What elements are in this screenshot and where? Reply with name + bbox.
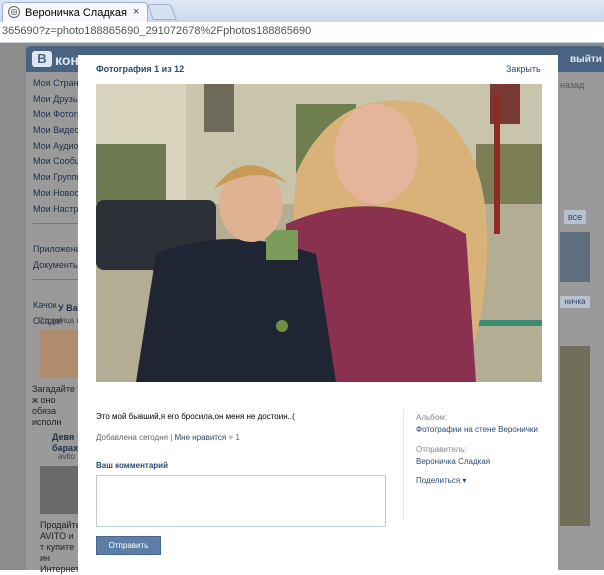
- menu-item-photos[interactable]: Мои Фотографии: [33, 109, 83, 125]
- comment-input[interactable]: [96, 475, 386, 527]
- ad-subtitle: Страница н: [38, 316, 81, 325]
- share-dropdown[interactable]: Поделиться ▾: [416, 476, 466, 485]
- photo-caption: Это мой бывший,я его бросила,он меня не …: [96, 412, 295, 421]
- address-text: 365690?z=photo188865690_291072678%2Fphot…: [2, 25, 312, 37]
- menu-item-messages[interactable]: Мои Сообщения: [33, 156, 83, 172]
- sender-label: Отправитель:: [416, 445, 467, 454]
- photo[interactable]: [96, 84, 542, 382]
- album-label: Альбом:: [416, 413, 447, 422]
- meta-separator: |: [170, 433, 173, 442]
- ad-image[interactable]: [40, 466, 78, 514]
- added-date: Добавлена сегодня: [96, 433, 168, 442]
- close-button[interactable]: Закрыть: [506, 64, 541, 74]
- show-all-button[interactable]: все: [564, 210, 586, 224]
- menu-item-audio[interactable]: Мои Аудиозаписи: [33, 141, 83, 157]
- like-count: 1: [235, 433, 240, 442]
- ad-subtitle: avito: [58, 452, 75, 461]
- photo-meta: Добавлена сегодня | Мне нравится ♥ 1: [96, 433, 240, 442]
- sender-link[interactable]: Вероничка Сладкая: [416, 457, 490, 466]
- menu-item-news[interactable]: Мои Новости: [33, 188, 83, 204]
- menu-item-groups[interactable]: Мои Группы: [33, 172, 83, 188]
- tab-close-icon[interactable]: ×: [133, 6, 139, 18]
- sidebar-divider: [403, 410, 404, 520]
- like-link[interactable]: Мне нравится: [175, 433, 227, 442]
- ad-text: Загадайте ж оно обяза исполн: [32, 384, 75, 427]
- site-logo-icon[interactable]: В: [32, 51, 52, 67]
- heart-icon[interactable]: ♥: [228, 433, 233, 442]
- friend-photo[interactable]: [560, 232, 590, 282]
- logout-link[interactable]: выйти: [570, 54, 602, 65]
- menu-item-my-page[interactable]: Моя Страница: [33, 78, 83, 94]
- photo-counter: Фотография 1 из 12: [96, 64, 185, 74]
- ad-image[interactable]: [40, 330, 78, 378]
- comment-heading: Ваш комментарий: [96, 461, 169, 470]
- browser-tab[interactable]: ◎ Вероничка Сладкая ×: [2, 2, 148, 22]
- browser-tab-bar: ◎ Вероничка Сладкая ×: [0, 0, 604, 23]
- back-link[interactable]: назад: [560, 80, 584, 90]
- page-favicon-icon: ◎: [8, 6, 20, 18]
- address-bar[interactable]: 365690?z=photo188865690_291072678%2Fphot…: [0, 22, 604, 43]
- menu-divider: [33, 223, 83, 240]
- left-menu: Моя Страница Мои Друзья Мои Фотографии М…: [33, 78, 83, 331]
- menu-item-documents[interactable]: Документы: [33, 260, 83, 276]
- ad-text: Продайте AVITO и т купите ин Интернет: [40, 520, 81, 574]
- photo-image: [96, 84, 542, 382]
- menu-item-videos[interactable]: Мои Видеозаписи: [33, 125, 83, 141]
- new-tab-button[interactable]: [147, 4, 177, 20]
- menu-item-apps[interactable]: Приложения: [33, 244, 83, 260]
- menu-divider: [33, 279, 83, 296]
- wall-photo: [560, 346, 590, 526]
- send-button[interactable]: Отправить: [96, 536, 161, 555]
- menu-item-settings[interactable]: Мои Настройки: [33, 204, 83, 220]
- album-link[interactable]: Фотографии на стене Веронички: [416, 425, 538, 434]
- tab-title: Вероничка Сладкая: [25, 7, 127, 19]
- menu-item-friends[interactable]: Мои Друзья: [33, 94, 83, 110]
- friend-name-label[interactable]: ничка: [560, 296, 590, 308]
